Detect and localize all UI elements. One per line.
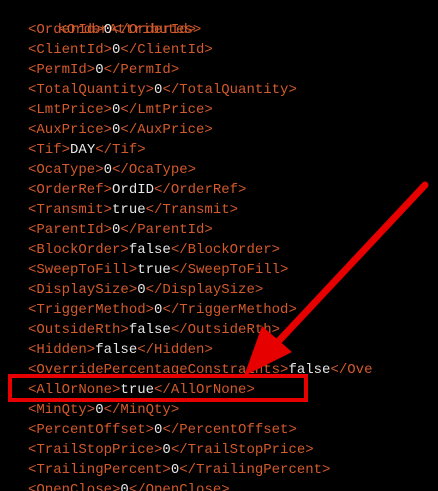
xml-open-tag: <OrderRef> [28,182,113,198]
xml-close-tag: </OpenClose> [128,482,230,491]
xml-value: 0 [103,22,113,38]
xml-line: <TrailingPercent>0</TrailingPercent> [28,460,330,480]
xml-value: 0 [137,282,146,298]
xml-open-tag: <LmtPrice> [28,102,113,118]
xml-open-tag: <OcaType> [28,162,104,178]
xml-close-tag: </Tif> [95,142,146,158]
xml-line: <OpenClose>0</OpenClose> [28,480,230,491]
xml-open-tag: <TrailingPercent> [28,462,171,478]
xml-close-tag: </TriggerMethod> [162,302,297,318]
xml-viewer-screenshot: <OrderAttributes> <OrderId>0</OrderId> <C… [0,0,438,491]
xml-open-tag: <Hidden> [28,342,96,358]
xml-open-tag: <DisplaySize> [28,282,138,298]
xml-line: <PermId>0</PermId> [28,60,179,80]
xml-code-view: <OrderAttributes> <OrderId>0</OrderId> <C… [0,0,438,491]
xml-value: 0 [170,462,180,478]
xml-value: 0 [95,402,104,418]
xml-close-tag: </ParentId> [120,222,213,238]
xml-value: true [112,202,146,218]
xml-open-tag: <Transmit> [28,202,113,218]
xml-open-tag: <Tif> [28,142,71,158]
xml-close-tag: </AuxPrice> [120,122,213,138]
xml-value: 0 [162,442,171,458]
xml-close-tag: </BlockOrder> [170,242,281,258]
xml-open-tag: <SweepToFill> [28,262,138,278]
xml-line: <ClientId>0</ClientId> [28,40,213,60]
xml-close-tag: </TrailingPercent> [179,462,331,478]
xml-close-tag: </PermId> [103,62,180,78]
xml-line: <OrderId>0</OrderId> [28,20,196,40]
xml-close-tag: </LmtPrice> [120,102,213,118]
xml-close-tag: </OrderId> [112,22,197,38]
xml-line: <SweepToFill>true</SweepToFill> [28,260,288,280]
xml-line: <OcaType>0</OcaType> [28,160,196,180]
xml-close-tag: </ClientId> [120,42,213,58]
xml-close-tag: </Hidden> [137,342,213,358]
xml-value: false [128,242,171,258]
xml-line: <MinQty>0</MinQty> [28,400,179,420]
xml-open-tag: <TriggerMethod> [28,302,155,318]
xml-line: <PercentOffset>0</PercentOffset> [28,420,297,440]
xml-open-tag: <PercentOffset> [28,422,155,438]
xml-value: 0 [103,162,113,178]
xml-open-tag: <OrderId> [28,22,104,38]
xml-close-tag: </TotalQuantity> [162,82,297,98]
xml-close-tag: </Transmit> [145,202,239,218]
xml-value: 0 [95,62,104,78]
xml-line: <OutsideRth>false</OutsideRth> [28,320,280,340]
xml-line: <TrailStopPrice>0</TrailStopPrice> [28,440,314,460]
xml-line: <BlockOrder>false</BlockOrder> [28,240,280,260]
xml-value: DAY [70,142,96,158]
xml-close-tag: </MinQty> [103,402,180,418]
xml-close-tag: </Ove [330,362,373,378]
xml-value: 0 [120,482,129,491]
xml-open-tag: <AuxPrice> [28,122,113,138]
xml-line: <TotalQuantity>0</TotalQuantity> [28,80,297,100]
xml-line: <DisplaySize>0</DisplaySize> [28,280,263,300]
xml-line: <Transmit>true</Transmit> [28,200,238,220]
xml-open-tag: <OpenClose> [28,482,121,491]
xml-line: <ParentId>0</ParentId> [28,220,213,240]
xml-line: <Tif>DAY</Tif> [28,140,146,160]
xml-open-tag: <MinQty> [28,402,96,418]
highlight-box [8,374,308,402]
xml-close-tag: </DisplaySize> [145,282,264,298]
xml-open-tag: <TrailStopPrice> [28,442,163,458]
xml-open-tag: <OutsideRth> [28,322,129,338]
xml-value: OrdID [112,182,155,198]
xml-close-tag: </OrderRef> [154,182,247,198]
xml-close-tag: </OutsideRth> [170,322,281,338]
xml-line: <LmtPrice>0</LmtPrice> [28,100,213,120]
xml-close-tag: </SweepToFill> [170,262,289,278]
xml-open-tag: <ParentId> [28,222,113,238]
xml-open-tag: <PermId> [28,62,96,78]
xml-line: <TriggerMethod>0</TriggerMethod> [28,300,297,320]
xml-value: false [128,322,171,338]
xml-value: true [137,262,171,278]
xml-open-tag: <BlockOrder> [28,242,129,258]
xml-root-open-line: <OrderAttributes> [8,0,201,38]
xml-close-tag: </OcaType> [112,162,197,178]
xml-line: <AuxPrice>0</AuxPrice> [28,120,213,140]
xml-close-tag: </TrailStopPrice> [170,442,314,458]
xml-open-tag: <ClientId> [28,42,113,58]
xml-value: false [95,342,138,358]
xml-open-tag: <TotalQuantity> [28,82,155,98]
xml-close-tag: </PercentOffset> [162,422,297,438]
xml-line: <Hidden>false</Hidden> [28,340,213,360]
xml-line: <OrderRef>OrdID</OrderRef> [28,180,246,200]
